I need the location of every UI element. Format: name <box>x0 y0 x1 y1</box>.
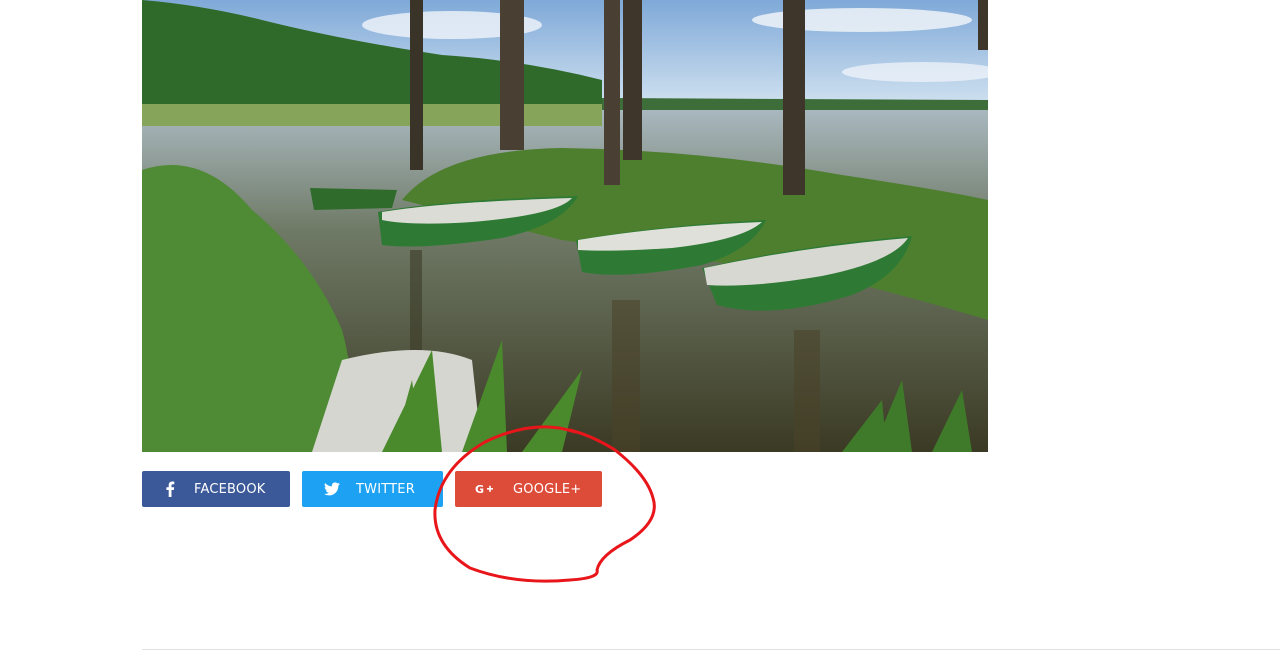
google-plus-icon: G <box>475 479 495 499</box>
article-image <box>142 0 988 452</box>
section-divider <box>142 649 1280 650</box>
facebook-icon <box>160 479 180 499</box>
google-plus-share-label: GOOGLE+ <box>513 481 582 497</box>
facebook-share-label: FACEBOOK <box>194 481 266 497</box>
page: FACEBOOK TWITTER G GOOGLE+ <box>0 0 1280 662</box>
twitter-icon <box>322 479 342 499</box>
svg-text:G: G <box>475 483 484 496</box>
twitter-share-button[interactable]: TWITTER <box>302 471 443 507</box>
twitter-share-label: TWITTER <box>356 481 415 497</box>
facebook-share-button[interactable]: FACEBOOK <box>142 471 290 507</box>
google-plus-share-button[interactable]: G GOOGLE+ <box>455 471 602 507</box>
